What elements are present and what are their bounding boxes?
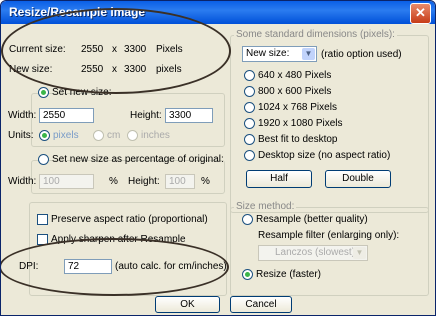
pct-height-symbol: % bbox=[201, 176, 210, 187]
chevron-down-icon: ▼ bbox=[353, 247, 366, 259]
preserve-aspect-label: Preserve aspect ratio (proportional) bbox=[51, 214, 208, 225]
preserve-aspect-checkbox[interactable] bbox=[37, 214, 48, 225]
desktop-size-label: Desktop size (no aspect ratio) bbox=[258, 150, 391, 161]
new-size-dropdown[interactable]: New size: ▼ bbox=[242, 46, 317, 62]
units-cm-label: cm bbox=[107, 130, 121, 141]
dim-800-radio[interactable] bbox=[244, 86, 255, 97]
resample-filter-dropdown[interactable]: Lanczos (slowest) ▼ bbox=[258, 245, 368, 261]
resize-radio[interactable] bbox=[242, 269, 253, 280]
units-cm-radio[interactable] bbox=[93, 130, 104, 141]
chevron-down-icon: ▼ bbox=[302, 48, 315, 60]
dim-640-radio[interactable] bbox=[244, 70, 255, 81]
ok-button[interactable]: OK bbox=[155, 296, 220, 313]
width-input[interactable]: 2550 bbox=[39, 108, 94, 123]
resample-radio[interactable] bbox=[242, 214, 253, 225]
new-size-dropdown-value: New size: bbox=[246, 48, 290, 59]
resize-label: Resize (faster) bbox=[256, 269, 322, 280]
units-pixels-label: pixels bbox=[53, 130, 79, 141]
set-size-radio[interactable] bbox=[38, 87, 49, 98]
dim-1024-label: 1024 x 768 Pixels bbox=[258, 102, 337, 113]
half-button[interactable]: Half bbox=[246, 170, 312, 188]
pct-height-input[interactable]: 100 bbox=[165, 174, 195, 189]
best-fit-label: Best fit to desktop bbox=[258, 134, 338, 145]
percent-label: Set new size as percentage of original: bbox=[52, 154, 224, 165]
units-pixels-radio[interactable] bbox=[39, 130, 50, 141]
standard-dims-legend: Some standard dimensions (pixels): bbox=[234, 29, 397, 40]
pct-width-symbol: % bbox=[109, 176, 118, 187]
dim-640-label: 640 x 480 Pixels bbox=[258, 70, 332, 81]
units-inches-label: inches bbox=[141, 130, 170, 141]
size-method-legend: Size method: bbox=[234, 201, 297, 212]
best-fit-radio[interactable] bbox=[244, 134, 255, 145]
annotation-ellipse-size bbox=[1, 8, 231, 94]
percent-radio[interactable] bbox=[38, 154, 49, 165]
dim-1024-radio[interactable] bbox=[244, 102, 255, 113]
dialog-body: Current size: 2550 x 3300 Pixels New siz… bbox=[1, 8, 435, 315]
resample-label: Resample (better quality) bbox=[256, 214, 368, 225]
height-input[interactable]: 3300 bbox=[165, 108, 213, 123]
units-inches-radio[interactable] bbox=[127, 130, 138, 141]
resize-dialog: Resize/Resample image ✕ Current size: 25… bbox=[0, 0, 436, 316]
double-button[interactable]: Double bbox=[325, 170, 391, 188]
desktop-size-radio[interactable] bbox=[244, 150, 255, 161]
pct-height-label: Height: bbox=[128, 176, 160, 187]
width-label: Width: bbox=[8, 110, 37, 121]
cancel-button[interactable]: Cancel bbox=[230, 296, 292, 313]
height-label: Height: bbox=[130, 110, 162, 121]
units-label: Units: bbox=[8, 130, 34, 141]
resample-filter-label: Resample filter (enlarging only): bbox=[258, 230, 400, 241]
dim-1920-label: 1920 x 1080 Pixels bbox=[258, 118, 343, 129]
ratio-note: (ratio option used) bbox=[321, 49, 402, 60]
close-button[interactable]: ✕ bbox=[410, 3, 431, 24]
pct-width-input[interactable]: 100 bbox=[39, 174, 94, 189]
dim-800-label: 800 x 600 Pixels bbox=[258, 86, 332, 97]
resample-filter-value: Lanczos (slowest) bbox=[275, 247, 356, 258]
pct-width-label: Width: bbox=[8, 176, 37, 187]
dim-1920-radio[interactable] bbox=[244, 118, 255, 129]
annotation-ellipse-dpi bbox=[1, 238, 229, 296]
